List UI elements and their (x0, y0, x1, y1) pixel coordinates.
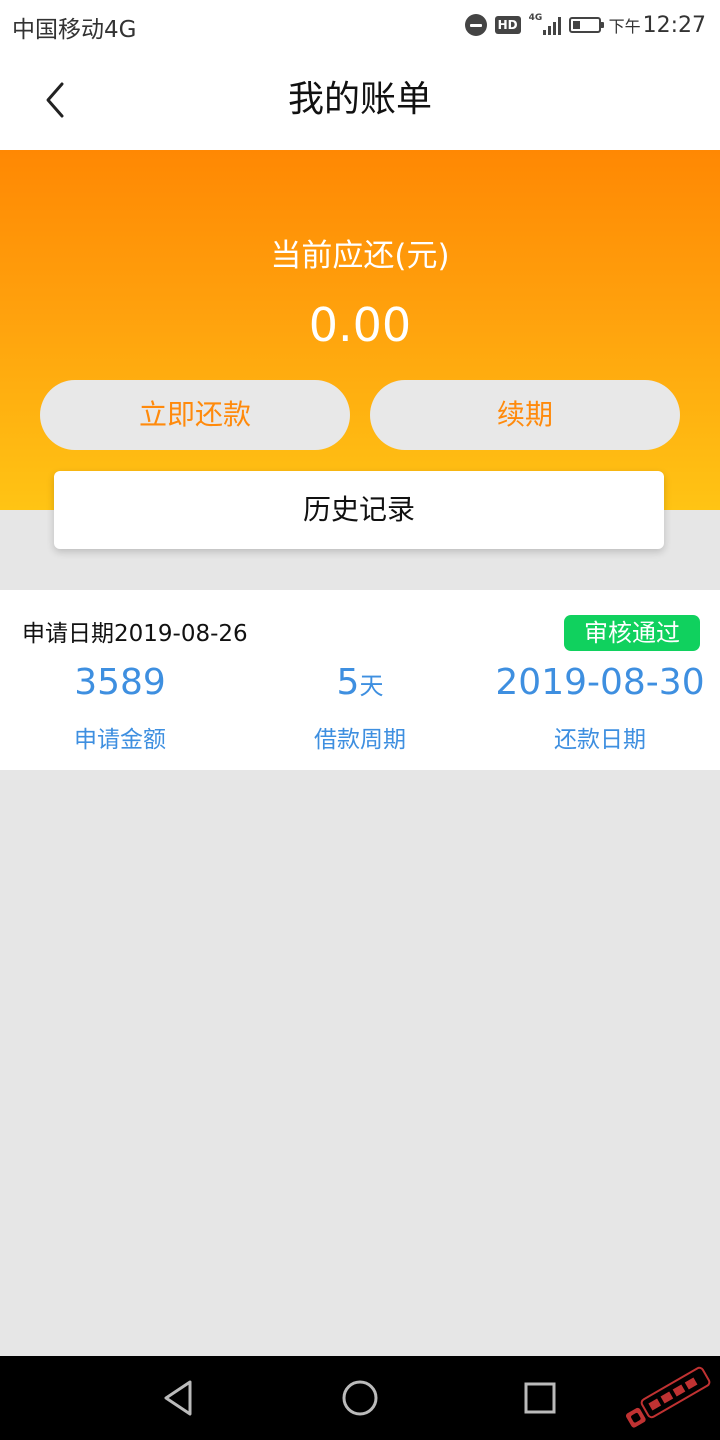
time-value: 12:27 (642, 12, 706, 38)
period-value-wrap: 5天 (240, 658, 480, 708)
period-column: 5天 借款周期 (240, 658, 480, 754)
amount-label: 申请金额 (74, 727, 166, 753)
nav-back-button[interactable] (120, 1356, 240, 1440)
back-button[interactable] (40, 78, 80, 122)
carrier-label: 中国移动4G (12, 17, 137, 43)
repay-date-column: 2019-08-30 还款日期 (480, 658, 720, 754)
page-title: 我的账单 (287, 79, 432, 120)
status-badge: 审核通过 (564, 615, 700, 651)
nav-home-button[interactable] (300, 1356, 420, 1440)
due-label: 当前应还(元) (270, 238, 450, 274)
back-triangle-icon (164, 1380, 192, 1416)
period-unit: 天 (359, 672, 384, 700)
status-bar: 中国移动4G HD 4G 下午 12:27 (0, 0, 720, 50)
status-icons: HD 4G 下午 12:27 (464, 8, 706, 42)
signal-icon: 4G (528, 13, 561, 35)
amount-value: 3589 (74, 662, 166, 703)
repay-date-value: 2019-08-30 (495, 662, 705, 703)
hd-icon: HD (494, 16, 521, 34)
time-period: 下午 (608, 16, 641, 36)
history-button[interactable]: 历史记录 (54, 471, 664, 549)
amount-column: 3589 申请金额 (0, 658, 240, 754)
recents-square-icon (524, 1382, 556, 1414)
loan-record[interactable]: 申请日期2019-08-26 审核通过 3589 申请金额 5天 借款周期 20… (0, 590, 720, 770)
header: 我的账单 (0, 50, 720, 150)
apply-date: 申请日期2019-08-26 (22, 621, 248, 647)
period-value: 5 (336, 662, 360, 703)
summary-banner: 当前应还(元) 0.00 立即还款 续期 (0, 150, 720, 510)
system-nav-bar (0, 1356, 720, 1440)
renew-button[interactable]: 续期 (370, 380, 680, 450)
network-type-label: 4G (528, 13, 543, 23)
due-amount: 0.00 (308, 298, 412, 352)
home-circle-icon (342, 1380, 378, 1416)
status-time: 下午 12:27 (609, 13, 706, 38)
battery-icon (568, 17, 604, 33)
do-not-disturb-icon (464, 14, 487, 36)
repay-now-button[interactable]: 立即还款 (40, 380, 350, 450)
period-label: 借款周期 (314, 727, 406, 753)
chevron-left-icon (46, 82, 64, 118)
repay-date-label: 还款日期 (554, 727, 646, 753)
nav-recents-button[interactable] (480, 1356, 600, 1440)
